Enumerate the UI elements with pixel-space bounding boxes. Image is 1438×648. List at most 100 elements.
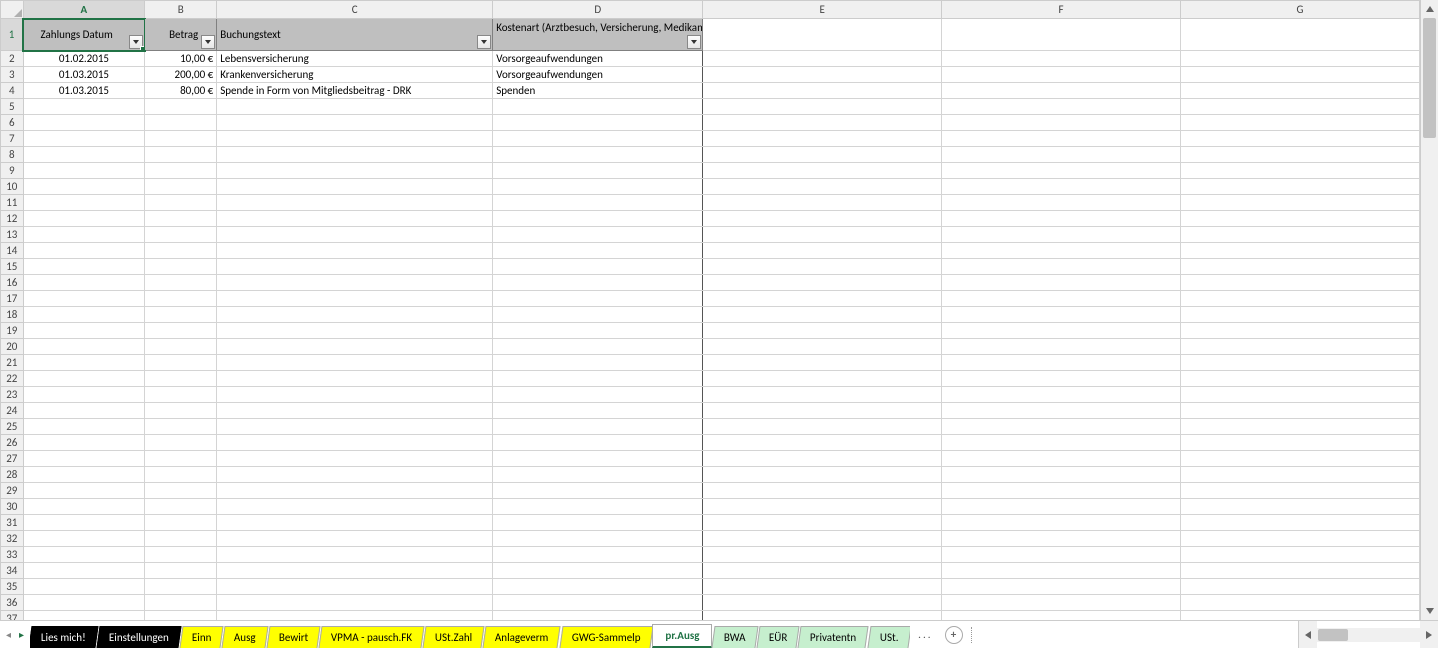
cell[interactable] xyxy=(217,595,493,611)
table-header-b[interactable]: Betrag xyxy=(145,19,217,51)
cell[interactable] xyxy=(23,243,145,259)
column-header-g[interactable]: G xyxy=(1181,1,1420,19)
cell[interactable] xyxy=(217,371,493,387)
cell[interactable] xyxy=(493,579,703,595)
cell[interactable] xyxy=(703,83,942,99)
filter-dropdown-icon[interactable] xyxy=(687,35,701,49)
sheet-tab-einn[interactable]: Einn xyxy=(179,626,224,648)
cell[interactable] xyxy=(942,515,1181,531)
cell[interactable]: 01.03.2015 xyxy=(23,67,145,83)
cell[interactable] xyxy=(493,355,703,371)
cell[interactable] xyxy=(493,147,703,163)
cell[interactable] xyxy=(1181,227,1420,243)
tab-nav-play-icon[interactable]: ▸ xyxy=(19,628,24,641)
cell[interactable] xyxy=(217,515,493,531)
column-header-d[interactable]: D xyxy=(493,1,703,19)
cell[interactable] xyxy=(23,579,145,595)
sheet-tab-anlageverm[interactable]: Anlageverm xyxy=(483,626,561,648)
cell[interactable] xyxy=(145,323,217,339)
cell[interactable] xyxy=(217,483,493,499)
cell[interactable] xyxy=(493,99,703,115)
cell[interactable] xyxy=(217,403,493,419)
hscroll-track[interactable] xyxy=(1317,628,1420,642)
cell[interactable]: Vorsorgeaufwendungen xyxy=(493,51,703,67)
cell[interactable] xyxy=(703,131,942,147)
cell[interactable] xyxy=(703,387,942,403)
row-header[interactable]: 3 xyxy=(1,67,24,83)
cell[interactable] xyxy=(493,211,703,227)
cell[interactable] xyxy=(493,339,703,355)
cell[interactable] xyxy=(493,451,703,467)
cell[interactable] xyxy=(1181,243,1420,259)
cell[interactable] xyxy=(703,563,942,579)
cell[interactable] xyxy=(1181,291,1420,307)
cell[interactable] xyxy=(703,339,942,355)
cell[interactable] xyxy=(493,595,703,611)
cell[interactable] xyxy=(942,259,1181,275)
table-header-a[interactable]: Zahlungs Datum xyxy=(23,19,145,51)
cell[interactable] xyxy=(703,355,942,371)
row-header[interactable]: 22 xyxy=(1,371,24,387)
row-header[interactable]: 28 xyxy=(1,467,24,483)
cell[interactable] xyxy=(493,227,703,243)
row-header[interactable]: 33 xyxy=(1,547,24,563)
cell[interactable] xyxy=(23,483,145,499)
cell[interactable] xyxy=(703,115,942,131)
cell[interactable] xyxy=(942,99,1181,115)
cell[interactable] xyxy=(145,227,217,243)
row-header[interactable]: 17 xyxy=(1,291,24,307)
cell[interactable] xyxy=(942,387,1181,403)
cell[interactable]: 80,00 € xyxy=(145,83,217,99)
cell[interactable] xyxy=(493,419,703,435)
cell[interactable] xyxy=(1181,131,1420,147)
row-header[interactable]: 23 xyxy=(1,387,24,403)
cell[interactable] xyxy=(942,291,1181,307)
cell[interactable] xyxy=(145,515,217,531)
cell[interactable] xyxy=(217,99,493,115)
row-header[interactable]: 20 xyxy=(1,339,24,355)
row-header[interactable]: 26 xyxy=(1,435,24,451)
cell[interactable] xyxy=(23,163,145,179)
cell[interactable] xyxy=(493,467,703,483)
cell[interactable] xyxy=(1181,483,1420,499)
sheet-tab-ausg[interactable]: Ausg xyxy=(222,626,269,648)
cell[interactable] xyxy=(217,451,493,467)
cell[interactable] xyxy=(1181,163,1420,179)
row-header[interactable]: 24 xyxy=(1,403,24,419)
cell[interactable] xyxy=(1181,195,1420,211)
sheet-tab-ust-[interactable]: USt. xyxy=(867,626,910,648)
cell[interactable] xyxy=(217,211,493,227)
row-header[interactable]: 6 xyxy=(1,115,24,131)
row-header[interactable]: 14 xyxy=(1,243,24,259)
cell[interactable] xyxy=(1181,435,1420,451)
cell[interactable] xyxy=(1181,147,1420,163)
cell[interactable] xyxy=(23,515,145,531)
cell[interactable] xyxy=(217,339,493,355)
cell[interactable] xyxy=(23,227,145,243)
cell[interactable] xyxy=(703,531,942,547)
row-header[interactable]: 19 xyxy=(1,323,24,339)
cell[interactable]: 200,00 € xyxy=(145,67,217,83)
cell[interactable]: 10,00 € xyxy=(145,51,217,67)
row-header[interactable]: 35 xyxy=(1,579,24,595)
filter-dropdown-icon[interactable] xyxy=(201,35,215,49)
cell[interactable] xyxy=(217,355,493,371)
cell[interactable] xyxy=(1181,387,1420,403)
cell[interactable] xyxy=(493,323,703,339)
cell[interactable] xyxy=(23,419,145,435)
row-header[interactable]: 11 xyxy=(1,195,24,211)
cell[interactable] xyxy=(1181,563,1420,579)
cell[interactable] xyxy=(1181,115,1420,131)
cell[interactable] xyxy=(23,211,145,227)
cell[interactable] xyxy=(703,579,942,595)
cell[interactable] xyxy=(493,499,703,515)
sheet-tab-bwa[interactable]: BWA xyxy=(712,626,759,648)
cell[interactable] xyxy=(1181,611,1420,621)
cell[interactable] xyxy=(703,227,942,243)
cell[interactable] xyxy=(703,403,942,419)
cell[interactable] xyxy=(493,435,703,451)
cell[interactable] xyxy=(145,131,217,147)
cell[interactable] xyxy=(1181,499,1420,515)
cell[interactable] xyxy=(942,211,1181,227)
row-header[interactable]: 1 xyxy=(1,19,24,51)
